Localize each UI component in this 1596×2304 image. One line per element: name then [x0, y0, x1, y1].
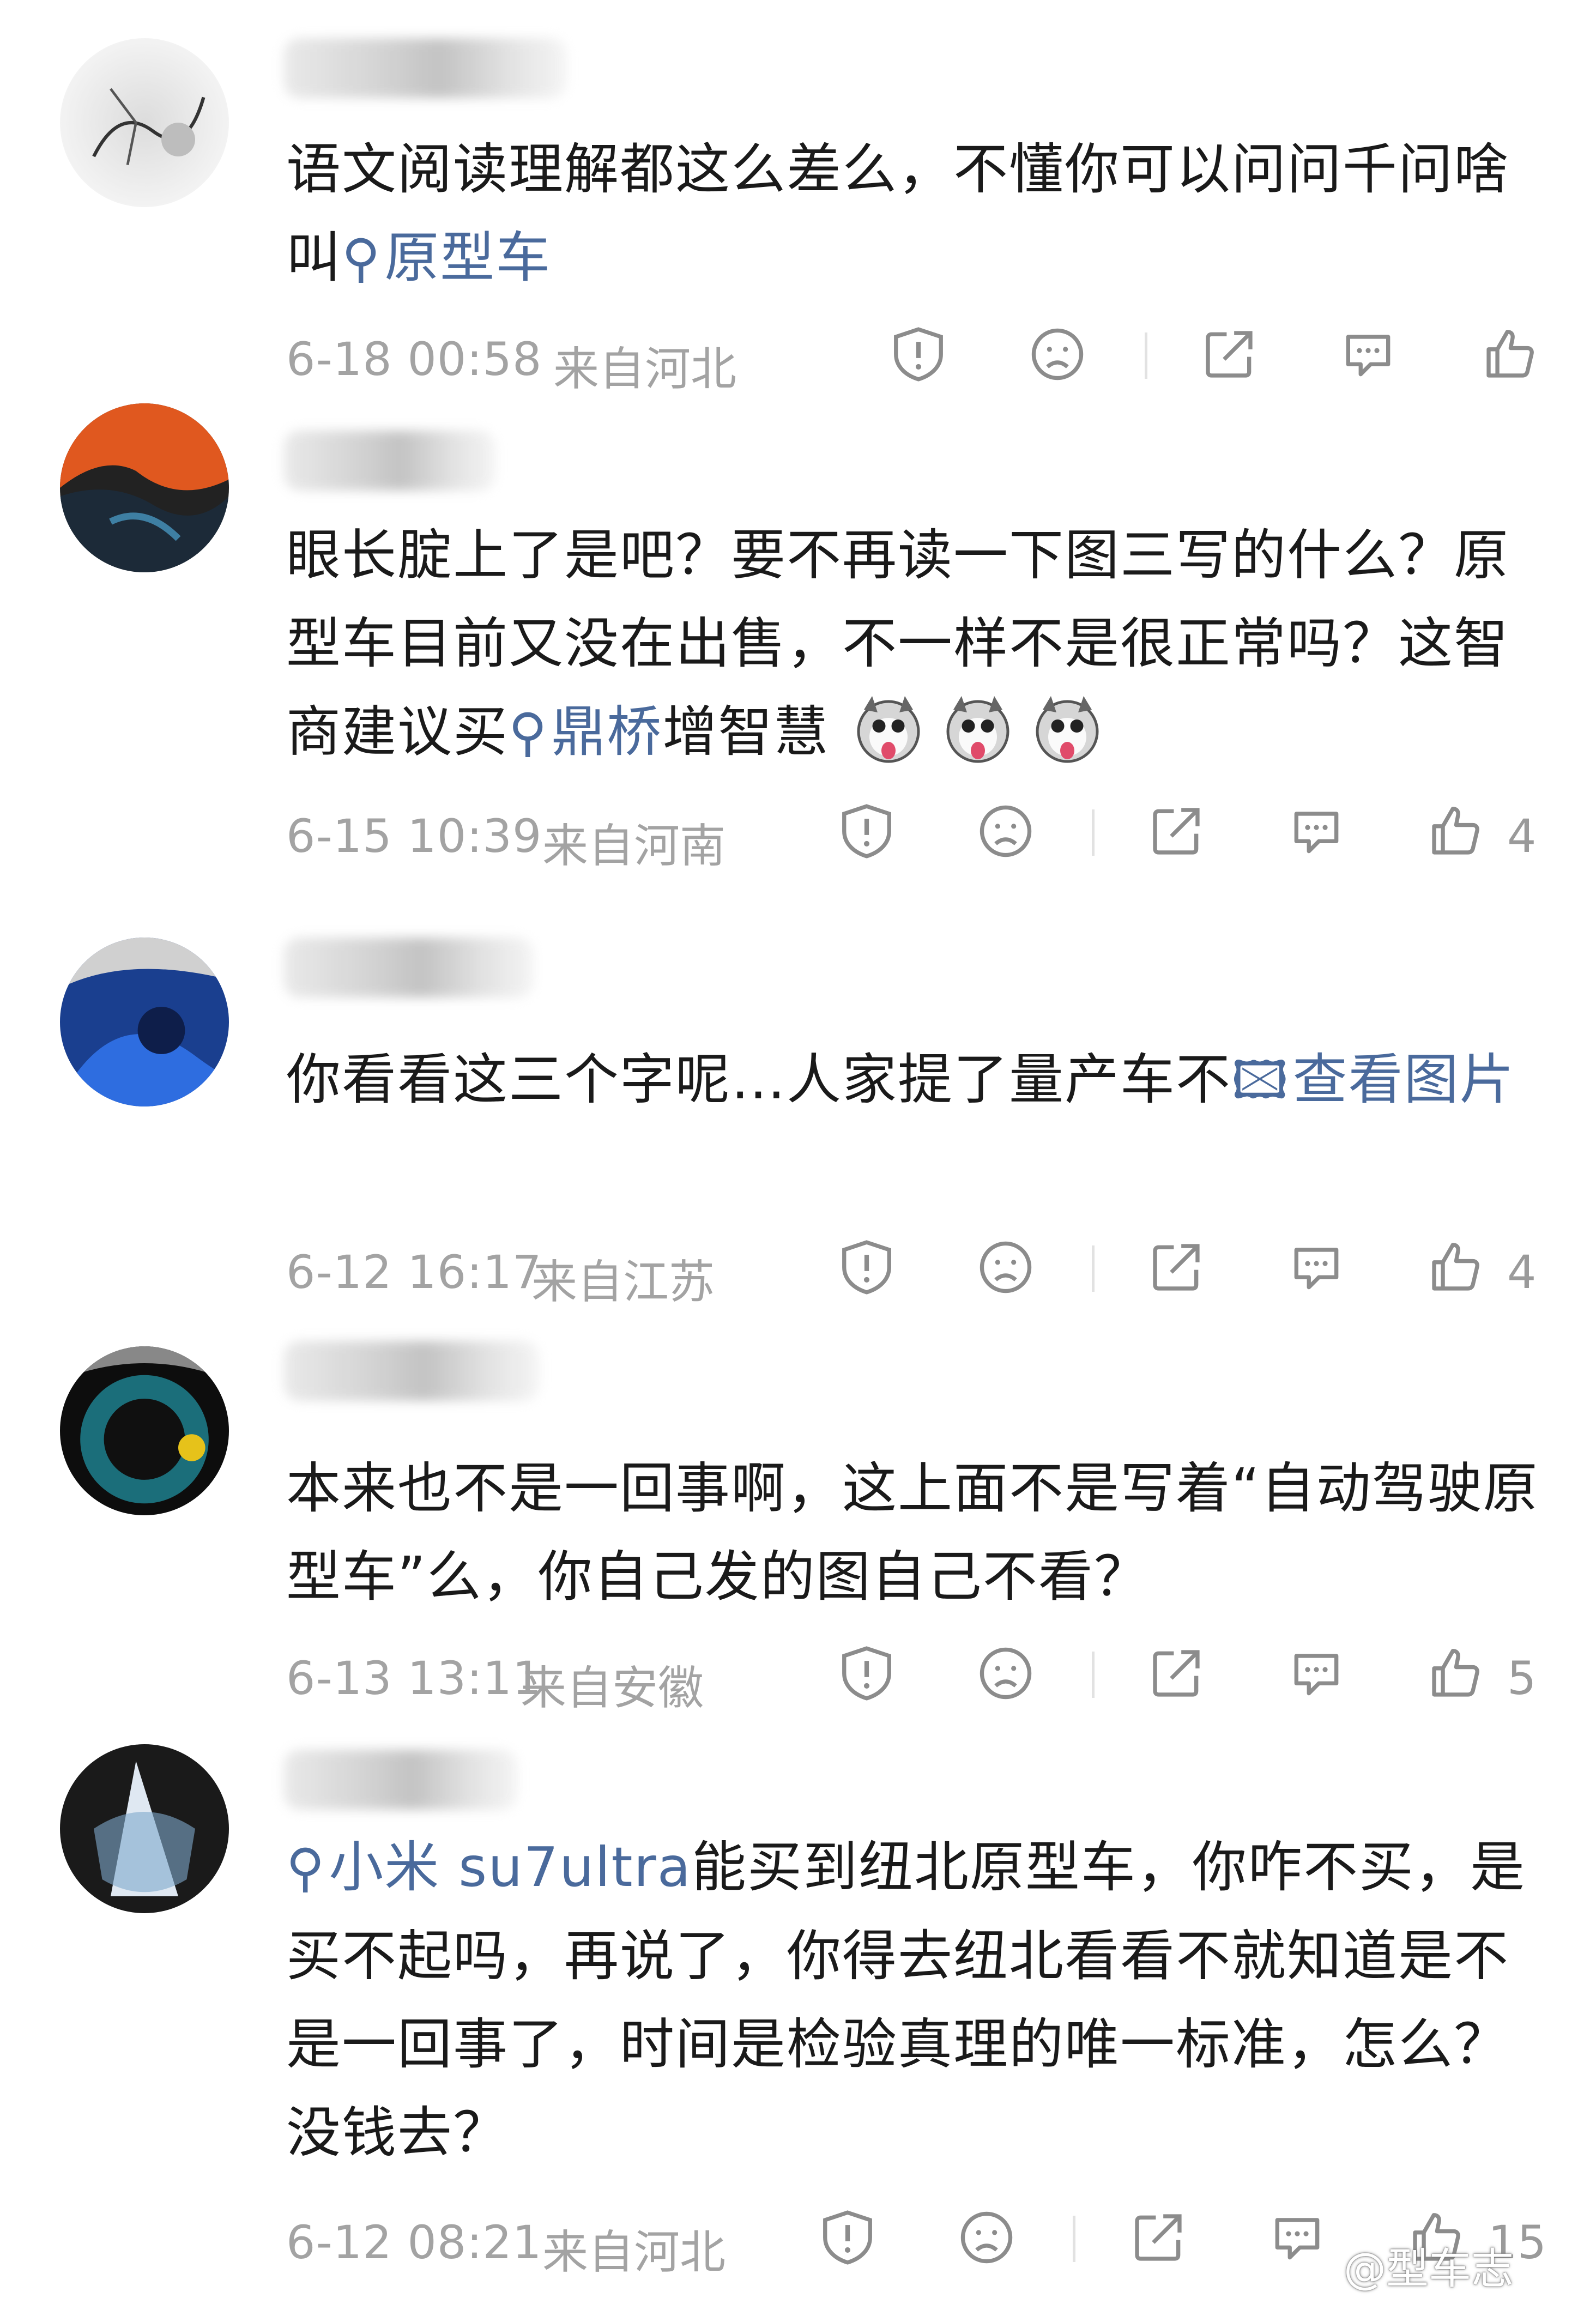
comment-location: 来自河北 [542, 2226, 726, 2279]
dislike-icon [980, 805, 1032, 857]
report-button[interactable] [831, 799, 902, 864]
report-button[interactable] [812, 2205, 883, 2270]
comment-meta: 6-18 00:58 来自河北 [286, 322, 1540, 396]
like-count: 5 [1507, 1652, 1537, 1705]
search-icon: ⚲ [286, 1837, 326, 1898]
divider [1073, 2216, 1075, 2262]
like-icon [1432, 1243, 1479, 1291]
dislike-icon [980, 1241, 1032, 1293]
reply-button[interactable] [1281, 1641, 1352, 1706]
share-icon [1135, 2214, 1182, 2261]
share-button[interactable] [1194, 322, 1265, 387]
comment-meta: 6-13 13:11 来自安徽 5 [286, 1641, 1540, 1715]
report-icon [842, 1646, 891, 1701]
topic-link[interactable]: ⚲鼎桥 [509, 700, 662, 764]
avatar[interactable] [60, 403, 229, 572]
username-blurred[interactable] [283, 938, 534, 997]
comment-time: 6-12 08:21 [286, 2216, 542, 2269]
username-blurred[interactable] [283, 38, 567, 98]
share-icon [1153, 808, 1200, 855]
reply-icon [1294, 1248, 1339, 1290]
share-icon [1153, 1244, 1200, 1291]
report-button[interactable] [831, 1641, 902, 1706]
comment-time: 6-13 13:11 [286, 1652, 542, 1705]
dislike-button[interactable] [1022, 322, 1093, 387]
report-button[interactable] [883, 322, 954, 387]
reply-icon [1294, 1654, 1339, 1696]
report-icon [823, 2210, 872, 2265]
like-count: 4 [1507, 1245, 1537, 1299]
reply-icon [1294, 812, 1339, 854]
like-button[interactable] [1420, 1235, 1491, 1300]
image-icon: 🖾 [1231, 1050, 1290, 1111]
reply-button[interactable] [1333, 322, 1404, 387]
dislike-button[interactable] [970, 1641, 1041, 1706]
report-icon [894, 327, 943, 382]
share-button[interactable] [1141, 799, 1212, 864]
comment-meta: 6-12 16:17 来自江苏 4 [286, 1235, 1540, 1309]
username-blurred[interactable] [283, 1750, 518, 1810]
reply-button[interactable] [1281, 799, 1352, 864]
reply-button[interactable] [1281, 1235, 1352, 1300]
comment-text: ⚲小米 su7ultra能买到纽北原型车，你咋不买，是买不起吗，再说了，你得去纽… [286, 1835, 1526, 2164]
like-button[interactable] [1420, 799, 1491, 864]
reply-icon [1275, 2218, 1320, 2260]
username-blurred[interactable] [283, 1341, 540, 1401]
divider [1092, 1652, 1095, 1698]
comment-time: 6-12 16:17 [286, 1245, 542, 1299]
dislike-button[interactable] [970, 799, 1041, 864]
username-blurred[interactable] [283, 431, 496, 491]
dislike-button[interactable] [970, 1235, 1041, 1300]
dislike-icon [960, 2211, 1013, 2264]
like-icon [1432, 1649, 1479, 1697]
search-icon: ⚲ [342, 228, 382, 289]
reply-icon [1346, 335, 1391, 377]
like-button[interactable] [1474, 322, 1545, 387]
search-icon: ⚲ [509, 702, 548, 763]
comment-location: 来自江苏 [531, 1255, 715, 1309]
husky-emoji-icon [857, 696, 920, 763]
report-button[interactable] [831, 1235, 902, 1300]
comment-location: 来自河北 [553, 342, 737, 396]
topic-link[interactable]: ⚲原型车 [342, 226, 551, 289]
dislike-icon [1031, 328, 1084, 380]
comment-text: 你看看这三个字呢…人家提了量产车不🖾查看图片 [286, 1048, 1515, 1111]
divider [1092, 809, 1095, 856]
share-icon [1153, 1650, 1200, 1697]
share-button[interactable] [1141, 1641, 1212, 1706]
divider [1092, 1245, 1095, 1292]
report-icon [842, 1240, 891, 1295]
like-icon [1432, 807, 1479, 855]
view-image-link[interactable]: 🖾查看图片 [1231, 1048, 1515, 1111]
comment-location: 来自安徽 [521, 1661, 704, 1715]
like-button[interactable] [1420, 1641, 1491, 1706]
divider [1145, 332, 1147, 379]
comment-time: 6-18 00:58 [286, 332, 542, 386]
share-button[interactable] [1141, 1235, 1212, 1300]
avatar[interactable] [60, 1744, 229, 1913]
comment-text: 眼长腚上了是吧？要不再读一下图三写的什么？原型车目前又没在出售，不一样不是很正常… [286, 523, 1509, 764]
like-count: 4 [1507, 809, 1537, 863]
comment-text: 本来也不是一回事啊，这上面不是写着“自动驾驶原型车”么，你自己发的图自己不看？ [286, 1456, 1539, 1608]
comment-time: 6-15 10:39 [286, 809, 542, 863]
comment-text: 语文阅读理解都这么差么，不懂你可以问问千问啥叫⚲原型车 [286, 137, 1509, 289]
husky-emoji-icon [1036, 696, 1099, 763]
avatar[interactable] [60, 938, 229, 1106]
weibo-watermark: @型车志 [1344, 2245, 1514, 2294]
comment-location: 来自河南 [542, 819, 726, 873]
like-icon [1486, 330, 1534, 378]
avatar[interactable] [60, 1346, 229, 1515]
share-button[interactable] [1123, 2205, 1194, 2270]
reply-button[interactable] [1262, 2205, 1333, 2270]
dislike-icon [980, 1647, 1032, 1700]
dislike-button[interactable] [951, 2205, 1022, 2270]
avatar[interactable] [60, 38, 229, 207]
share-icon [1206, 331, 1253, 378]
comment-meta: 6-15 10:39 来自河南 4 [286, 799, 1540, 873]
report-icon [842, 804, 891, 858]
topic-link[interactable]: ⚲小米 su7ultra [286, 1835, 692, 1899]
husky-emoji-icon [946, 696, 1009, 763]
